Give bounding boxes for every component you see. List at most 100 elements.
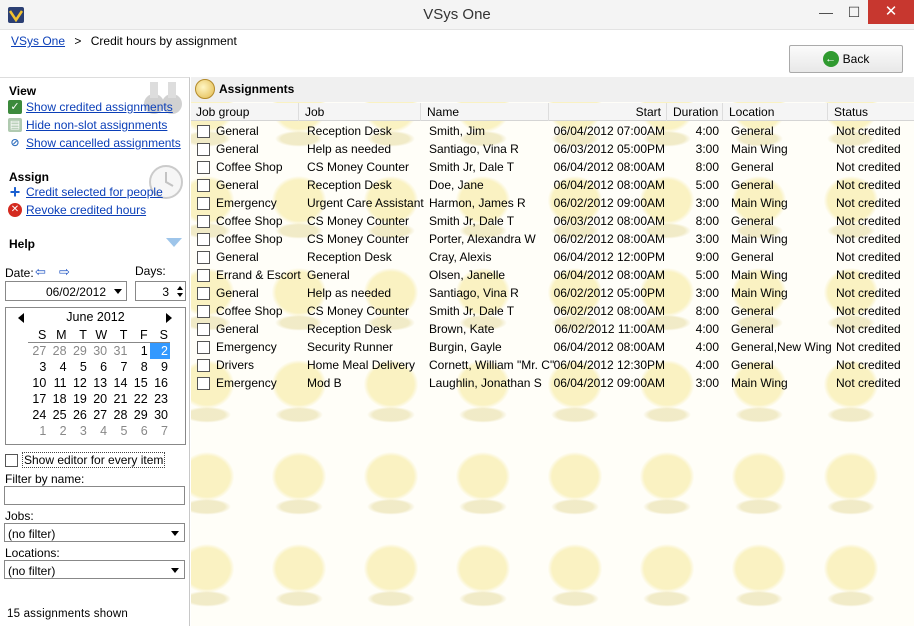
calendar-day[interactable]: 12 (69, 375, 89, 391)
row-checkbox[interactable] (197, 323, 210, 336)
days-stepper[interactable]: 3 (135, 281, 186, 301)
next-date-icon[interactable]: ⇨ (59, 264, 70, 280)
row-checkbox[interactable] (197, 251, 210, 264)
row-checkbox[interactable] (197, 233, 210, 246)
calendar-day[interactable]: 6 (129, 423, 149, 439)
table-row[interactable]: Coffee Shop CS Money Counter Porter, Alexa… (191, 230, 914, 248)
calendar-day[interactable]: 5 (109, 423, 129, 439)
filter-name-input[interactable] (4, 486, 185, 505)
table-row[interactable]: General Reception Desk Cray, Alexis 06/04/2… (191, 248, 914, 266)
row-checkbox[interactable] (197, 197, 210, 210)
calendar-day[interactable]: 27 (89, 407, 109, 423)
spin-down-icon[interactable] (177, 293, 183, 297)
row-checkbox[interactable] (197, 287, 210, 300)
calendar-day[interactable]: 4 (48, 359, 68, 375)
month-calendar[interactable]: June 2012 S M T W T F S 27 28 29 30 31 1 2 3 4 5 6 7 8 9 10 11… (5, 307, 186, 445)
calendar-day[interactable]: 10 (28, 375, 48, 391)
locations-select[interactable]: (no filter) (4, 560, 185, 579)
table-row[interactable]: Coffee Shop CS Money Counter Smith Jr, Dal… (191, 302, 914, 320)
column-job[interactable]: Job (300, 103, 421, 121)
row-checkbox[interactable] (197, 359, 210, 372)
calendar-day[interactable]: 3 (69, 423, 89, 439)
row-checkbox[interactable] (197, 305, 210, 318)
table-row[interactable]: Emergency Mod B Laughlin, Jonathan S 06/04/… (191, 374, 914, 392)
credit-selected-link[interactable]: + Credit selected for people (8, 183, 164, 201)
table-row[interactable]: Errand & Escort General Olsen, Janelle 06/0… (191, 266, 914, 284)
calendar-day[interactable]: 2 (48, 423, 68, 439)
calendar-day[interactable]: 18 (48, 391, 68, 407)
calendar-day[interactable]: 30 (89, 343, 109, 359)
column-location[interactable]: Location (724, 103, 828, 121)
column-job-group[interactable]: Job group (191, 103, 299, 121)
calendar-day[interactable]: 31 (109, 343, 129, 359)
calendar-prev-icon[interactable] (18, 313, 24, 323)
table-row[interactable]: General Reception Desk Doe, Jane 06/04/2012… (191, 176, 914, 194)
table-row[interactable]: General Reception Desk Brown, Kate 06/02/20… (191, 320, 914, 338)
calendar-day[interactable]: 20 (89, 391, 109, 407)
row-checkbox[interactable] (197, 269, 210, 282)
calendar-day[interactable]: 26 (69, 407, 89, 423)
calendar-day[interactable]: 19 (69, 391, 89, 407)
calendar-day[interactable]: 23 (150, 391, 170, 407)
table-row[interactable]: General Help as needed Santiago, Vina R 06/… (191, 140, 914, 158)
back-button[interactable]: ← Back (789, 45, 903, 73)
calendar-day[interactable]: 1 (129, 343, 149, 359)
calendar-day[interactable]: 27 (28, 343, 48, 359)
calendar-day[interactable]: 22 (129, 391, 149, 407)
calendar-day[interactable]: 9 (150, 359, 170, 375)
table-row[interactable]: General Reception Desk Smith, Jim 06/04/201… (191, 122, 914, 140)
calendar-day[interactable]: 7 (109, 359, 129, 375)
show-cancelled-link[interactable]: ⊘ Show cancelled assignments (8, 135, 182, 151)
calendar-day[interactable]: 28 (48, 343, 68, 359)
column-status[interactable]: Status (829, 103, 914, 121)
maximize-button[interactable]: ☐ (840, 0, 868, 24)
calendar-day[interactable]: 13 (89, 375, 109, 391)
row-checkbox[interactable] (197, 341, 210, 354)
prev-date-icon[interactable]: ⇦ (35, 264, 46, 280)
calendar-day[interactable]: 28 (109, 407, 129, 423)
calendar-day[interactable]: 11 (48, 375, 68, 391)
calendar-day[interactable]: 29 (129, 407, 149, 423)
calendar-day[interactable]: 24 (28, 407, 48, 423)
row-checkbox[interactable] (197, 377, 210, 390)
row-checkbox[interactable] (197, 179, 210, 192)
column-start[interactable]: Start (550, 103, 667, 121)
column-name[interactable]: Name (422, 103, 549, 121)
calendar-day[interactable]: 2 (149, 343, 170, 359)
calendar-day[interactable]: 25 (48, 407, 68, 423)
spin-up-icon[interactable] (177, 286, 183, 290)
table-row[interactable]: Drivers Home Meal Delivery Cornett, Willia… (191, 356, 914, 374)
jobs-select[interactable]: (no filter) (4, 523, 185, 542)
close-button[interactable]: ✕ (868, 0, 914, 24)
calendar-day[interactable]: 8 (129, 359, 149, 375)
show-editor-option[interactable]: Show editor for every item (5, 452, 166, 468)
row-checkbox[interactable] (197, 125, 210, 138)
column-duration[interactable]: Duration (668, 103, 723, 121)
calendar-day[interactable]: 7 (150, 423, 170, 439)
calendar-day[interactable]: 1 (28, 423, 48, 439)
table-row[interactable]: Coffee Shop CS Money Counter Smith Jr, Dal… (191, 158, 914, 176)
calendar-day[interactable]: 15 (129, 375, 149, 391)
calendar-day[interactable]: 30 (150, 407, 170, 423)
minimize-button[interactable]: — (812, 0, 840, 24)
calendar-day[interactable]: 17 (28, 391, 48, 407)
help-expand-icon[interactable] (166, 238, 182, 247)
show-credited-link[interactable]: ✓ Show credited assignments (8, 99, 174, 115)
calendar-day[interactable]: 5 (69, 359, 89, 375)
hide-non-slot-link[interactable]: ▤ Hide non-slot assignments (8, 117, 168, 133)
breadcrumb-root-link[interactable]: VSys One (11, 34, 65, 48)
row-checkbox[interactable] (197, 143, 210, 156)
calendar-next-icon[interactable] (166, 313, 172, 323)
calendar-day[interactable]: 21 (109, 391, 129, 407)
calendar-day[interactable]: 29 (69, 343, 89, 359)
calendar-day[interactable]: 14 (109, 375, 129, 391)
calendar-day[interactable]: 16 (150, 375, 170, 391)
table-row[interactable]: Emergency Urgent Care Assistant Harmon, Ja… (191, 194, 914, 212)
date-picker[interactable]: 06/02/2012 (5, 281, 127, 301)
show-editor-checkbox[interactable] (5, 453, 18, 467)
table-row[interactable]: Emergency Security Runner Burgin, Gayle 06/… (191, 338, 914, 356)
calendar-day[interactable]: 6 (89, 359, 109, 375)
calendar-day[interactable]: 4 (89, 423, 109, 439)
row-checkbox[interactable] (197, 161, 210, 174)
revoke-credited-link[interactable]: ✕ Revoke credited hours (8, 202, 147, 218)
